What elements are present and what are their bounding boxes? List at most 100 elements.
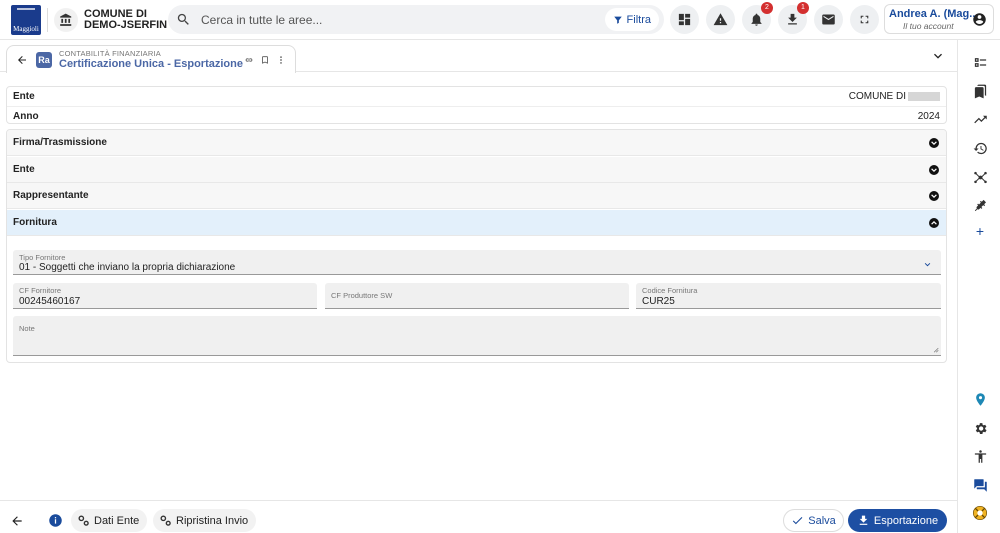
chat-icon xyxy=(973,478,987,492)
summary-anno-value: 2024 xyxy=(917,110,940,122)
section-label: Rappresentante xyxy=(13,190,89,201)
note-textarea[interactable]: Note xyxy=(13,316,941,356)
maggioli-logo[interactable]: Maggioli xyxy=(11,5,41,35)
field-value: 00245460167 xyxy=(19,296,81,307)
field-label: Codice Fornitura xyxy=(642,286,698,295)
filter-button[interactable]: Filtra xyxy=(604,8,659,31)
download-icon xyxy=(859,515,868,525)
resize-handle-icon[interactable] xyxy=(932,346,939,353)
tab-strip: Ra CONTABILITÀ FINANZIARIA Certificazion… xyxy=(0,40,957,73)
top-bar: Maggioli COMUNE DI DEMO-JSERFIN Cerca in… xyxy=(0,0,1000,40)
collapse-icon[interactable] xyxy=(929,218,939,228)
checklist-icon xyxy=(974,57,986,67)
mail-button[interactable] xyxy=(814,5,843,34)
ripristina-invio-label: Ripristina Invio xyxy=(176,514,249,527)
notifications-badge: 2 xyxy=(761,2,773,14)
tipo-fornitore-select[interactable]: Tipo Fornitore 01 - Soggetti che inviano… xyxy=(13,250,941,275)
section-rappresentante[interactable]: Rappresentante xyxy=(7,183,946,209)
back-button[interactable] xyxy=(5,509,28,532)
section-fornitura[interactable]: Fornitura xyxy=(7,210,946,236)
field-label: Note xyxy=(19,324,35,333)
section-label: Ente xyxy=(13,164,35,175)
arrow-left-icon xyxy=(11,515,22,526)
dashboard-button[interactable] xyxy=(670,5,699,34)
tab-link-button[interactable] xyxy=(243,54,255,66)
section-ente[interactable]: Ente xyxy=(7,157,946,183)
rail-add-button[interactable]: + xyxy=(971,222,989,240)
bookmark-icon xyxy=(262,56,268,64)
summary-ente-value-wrap: COMUNE DI xyxy=(849,91,940,102)
bank-icon xyxy=(60,13,72,26)
field-label: CF Fornitore xyxy=(19,286,62,295)
right-rail: + xyxy=(957,40,1000,533)
cf-produttore-sw-field[interactable]: CF Produttore SW xyxy=(325,283,629,309)
summary-box: Ente COMUNE DI Anno 2024 xyxy=(6,86,947,124)
search-icon xyxy=(177,13,189,25)
tab-more-button[interactable] xyxy=(275,54,287,66)
rail-support-button[interactable] xyxy=(971,504,989,522)
search-placeholder[interactable]: Cerca in tutte le aree... xyxy=(201,13,322,27)
downloads-button[interactable]: 1 xyxy=(778,2,809,34)
user-name: Andrea A. (Mag... xyxy=(889,8,979,20)
downloads-badge: 1 xyxy=(797,2,809,14)
rail-list-button[interactable] xyxy=(971,53,989,71)
rail-accessibility-button[interactable] xyxy=(971,447,989,465)
rail-settings-button[interactable] xyxy=(971,419,989,437)
global-search[interactable]: Cerca in tutte le aree... Filtra xyxy=(168,5,664,34)
info-button[interactable] xyxy=(44,509,67,532)
tab-back-button[interactable] xyxy=(13,51,31,69)
field-value: CUR25 xyxy=(642,296,675,307)
rail-bookmarks-button[interactable] xyxy=(971,82,989,100)
rail-chat-button[interactable] xyxy=(971,476,989,494)
warnings-button[interactable] xyxy=(706,5,735,34)
expand-icon[interactable] xyxy=(929,191,939,201)
module-icon: Ra xyxy=(36,52,52,68)
save-label: Salva xyxy=(808,514,836,527)
filter-label: Filtra xyxy=(626,13,651,26)
rail-plugin-button[interactable] xyxy=(971,196,989,214)
dashboard-icon xyxy=(678,13,691,26)
accessibility-icon xyxy=(974,449,986,463)
chevron-down-icon[interactable] xyxy=(930,48,946,64)
export-label: Esportazione xyxy=(873,514,939,527)
fullscreen-button[interactable] xyxy=(850,5,879,34)
gears-icon xyxy=(160,515,171,526)
arrow-left-icon xyxy=(18,56,26,64)
filter-icon xyxy=(613,16,622,24)
expand-icon[interactable] xyxy=(929,138,939,148)
tab-certificazione-unica[interactable]: Ra CONTABILITÀ FINANZIARIA Certificazion… xyxy=(6,45,296,73)
history-icon xyxy=(973,142,987,154)
mail-icon xyxy=(822,14,835,25)
redacted-block xyxy=(908,91,940,101)
notifications-button[interactable]: 2 xyxy=(742,2,773,34)
rail-network-button[interactable] xyxy=(971,168,989,186)
info-icon xyxy=(49,514,62,527)
warning-icon xyxy=(713,13,728,26)
export-button[interactable]: Esportazione xyxy=(848,509,947,532)
section-label: Firma/Trasmissione xyxy=(13,137,107,148)
codice-fornitura-field[interactable]: Codice Fornitura CUR25 xyxy=(636,283,941,309)
tab-bookmark-button[interactable] xyxy=(259,54,271,66)
tab-title: Certificazione Unica - Esportazione xyxy=(59,58,243,70)
section-firma-trasmissione[interactable]: Firma/Trasmissione xyxy=(7,130,946,156)
section-label: Fornitura xyxy=(13,217,57,228)
field-label: Tipo Fornitore xyxy=(19,253,66,262)
rail-location-button[interactable] xyxy=(971,390,989,408)
download-icon xyxy=(788,13,797,25)
ente-button[interactable] xyxy=(54,8,78,32)
bell-icon xyxy=(751,13,762,26)
rail-history-button[interactable] xyxy=(971,139,989,157)
sections-accordion: Firma/Trasmissione Ente Rappresentante F… xyxy=(6,129,947,363)
ripristina-invio-button[interactable]: Ripristina Invio xyxy=(153,509,257,532)
user-account-button[interactable]: Andrea A. (Mag... Il tuo account xyxy=(884,4,994,34)
ente-name: COMUNE DI DEMO-JSERFIN xyxy=(84,9,167,31)
ente-name-line2: DEMO-JSERFIN xyxy=(84,19,168,31)
cf-fornitore-field[interactable]: CF Fornitore 00245460167 xyxy=(13,283,317,309)
bottom-action-bar: Dati Ente Ripristina Invio Salva Esporta… xyxy=(0,500,957,533)
save-button[interactable]: Salva xyxy=(783,509,844,532)
rail-trending-button[interactable] xyxy=(971,110,989,128)
dati-ente-button[interactable]: Dati Ente xyxy=(71,509,148,532)
summary-ente-label: Ente xyxy=(13,91,35,102)
expand-icon[interactable] xyxy=(929,165,939,175)
summary-ente-value: COMUNE DI xyxy=(848,91,906,102)
